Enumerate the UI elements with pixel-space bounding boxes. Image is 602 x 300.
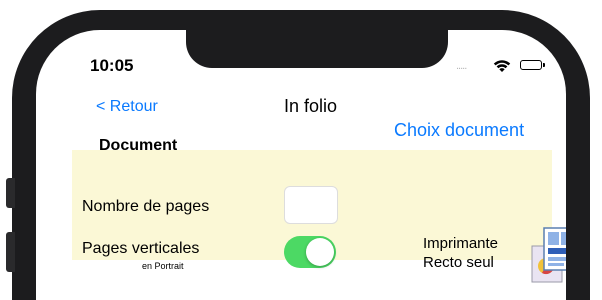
choose-document-button[interactable]: Choix document [394, 120, 524, 141]
signal-icon: ..... [456, 60, 467, 72]
phone-side-button [6, 232, 15, 272]
document-settings-panel: Nombre de pages Pages verticales en Port… [72, 150, 566, 283]
back-button[interactable]: < Retour [96, 98, 158, 116]
printer-duplex-icon[interactable] [530, 226, 566, 289]
notch [186, 30, 448, 68]
battery-icon [520, 60, 545, 70]
printer-mode-line2: Recto seul [423, 254, 494, 271]
phone-screen: 10:05 ..... < Retour In folio Choix docu… [36, 30, 566, 300]
status-time: 10:05 [90, 56, 134, 75]
pages-count-label: Nombre de pages [82, 198, 210, 215]
printer-mode-label: Imprimante Recto seul [423, 234, 498, 272]
phone-side-button [6, 178, 15, 208]
portrait-sublabel: en Portrait [142, 261, 184, 271]
page-title: In folio [284, 96, 338, 116]
vertical-pages-label: Pages verticales [82, 240, 200, 257]
printer-mode-line1: Imprimante [423, 235, 499, 252]
wifi-icon [492, 58, 512, 78]
pages-count-input[interactable] [284, 186, 338, 224]
vertical-pages-toggle[interactable] [284, 236, 336, 268]
toggle-knob [306, 238, 334, 266]
